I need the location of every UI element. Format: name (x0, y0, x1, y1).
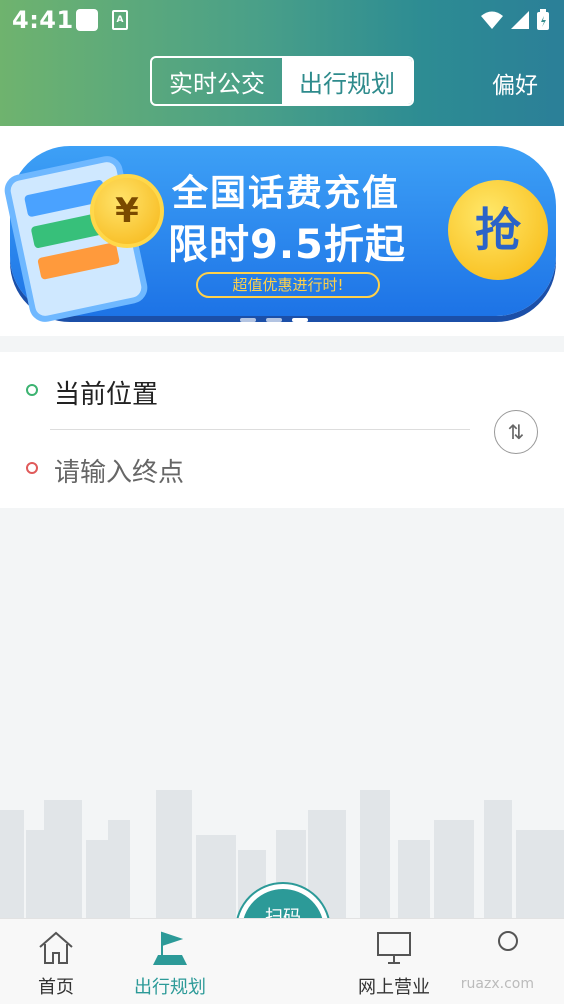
battery-icon (537, 9, 549, 30)
tab-label-active: 出行规划 (134, 977, 206, 998)
yuan-coin-icon: ¥ (90, 174, 164, 248)
origin-dot-icon (26, 384, 38, 396)
wifi-icon (481, 11, 503, 29)
destination-field[interactable]: 请输入终点 (54, 452, 184, 489)
grab-badge[interactable]: 抢 (448, 180, 548, 280)
phone-row (37, 241, 121, 281)
carousel-indicator (240, 318, 308, 322)
profile-icon (498, 931, 518, 951)
status-indicators (480, 8, 550, 32)
tab-label: 网上营业 (358, 977, 430, 998)
flag-icon (153, 931, 187, 965)
destination-dot-icon (26, 462, 38, 474)
banner-carousel[interactable]: ¥ 全国话费充值 限时9.5折起 超值优惠进行时! 抢 (0, 126, 564, 336)
status-bar: 4:41 A (0, 0, 564, 40)
carousel-dot (266, 318, 282, 322)
mode-switch: 实时公交 出行规划 (150, 56, 414, 106)
home-icon (39, 931, 73, 964)
divider (50, 429, 470, 430)
signal-icon (511, 11, 529, 29)
header: 4:41 A 实时公交 出行规划 偏好 (0, 0, 564, 126)
origin-field[interactable]: 当前位置 (54, 374, 158, 411)
banner-title: 全国话费充值 (172, 173, 401, 214)
notification-icon (76, 9, 98, 31)
tab-trip-planning-nav[interactable]: 出行规划 (120, 919, 220, 1004)
route-planner: 当前位置 请输入终点 ⇅ (0, 352, 564, 508)
watermark: ruazx.com (460, 976, 534, 992)
carousel-dot (240, 318, 256, 322)
monitor-icon (377, 932, 411, 964)
banner-subtitle: 超值优惠进行时! (196, 272, 380, 298)
app-badge-icon: A (112, 10, 128, 30)
promo-banner[interactable]: ¥ 全国话费充值 限时9.5折起 超值优惠进行时! 抢 (1, 146, 556, 325)
swap-icon[interactable]: ⇅ (494, 410, 538, 454)
tab-online-service[interactable]: 网上营业 (344, 919, 444, 1004)
banner-discount: 限时9.5折起 (168, 222, 406, 268)
tab-label: 首页 (38, 977, 74, 998)
carousel-dot-active (292, 318, 308, 322)
tab-home[interactable]: 首页 (6, 919, 106, 1004)
status-time: 4:41 (12, 6, 74, 34)
tab-realtime-bus[interactable]: 实时公交 (152, 58, 282, 104)
tab-trip-planning[interactable]: 出行规划 (282, 58, 412, 104)
preference-button[interactable]: 偏好 (492, 66, 538, 100)
